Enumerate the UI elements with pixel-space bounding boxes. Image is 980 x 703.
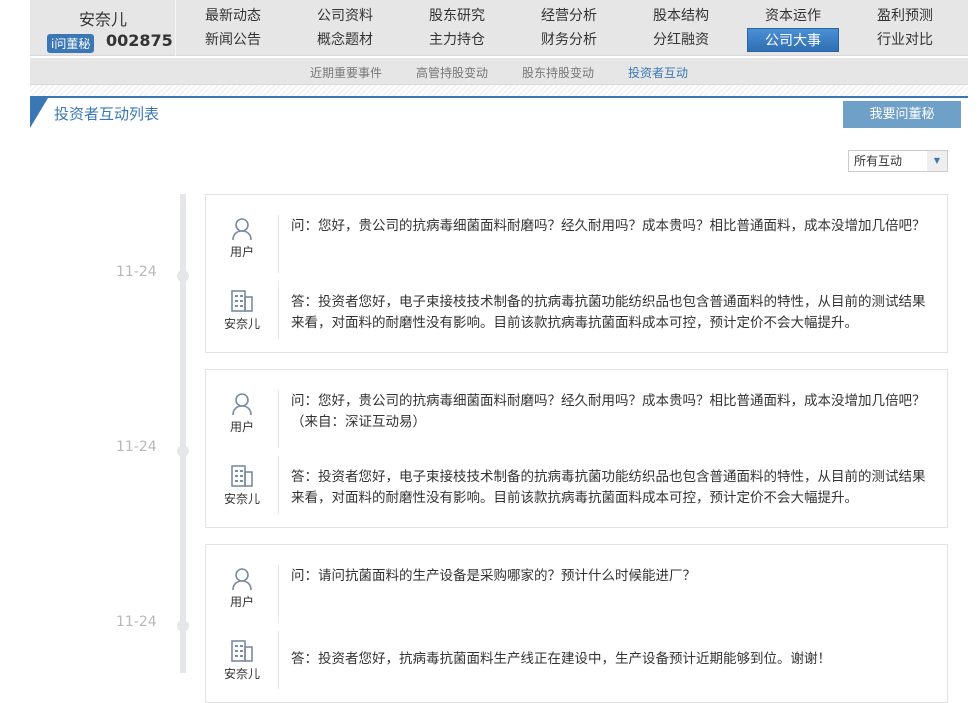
divider: [278, 281, 279, 339]
user-icon: [220, 217, 264, 241]
answer-text: 答：投资者您好，抗病毒抗菌面料生产线正在建设中，生产设备预计近期能够到位。谢谢！: [291, 651, 831, 667]
top-bar: 安奈儿 i问董秘 002875 最新动态 新闻公告 公司资料 概念题材 股东研究 主力持仓…: [30, 0, 968, 56]
interaction-card: 用户 问：您好，贵公司的抗病毒细菌面料耐磨吗？经久耐用吗？成本贵吗？相比普通面料…: [205, 369, 948, 528]
nav-item[interactable]: 经营分析: [523, 4, 615, 28]
timeline-dot: [177, 445, 189, 457]
nav-item[interactable]: 最新动态: [187, 4, 279, 28]
title-tab-marker: [30, 98, 48, 128]
panel-title: 投资者互动列表: [54, 105, 160, 123]
divider: [278, 215, 279, 273]
user-icon: [220, 567, 264, 591]
building-icon: [220, 639, 264, 663]
answerer-label: 安奈儿: [223, 317, 260, 331]
nav-item[interactable]: 财务分析: [523, 28, 615, 52]
asker: 用户: [220, 567, 264, 610]
filter-select[interactable]: 所有互动 ▼: [848, 150, 948, 172]
divider: [278, 390, 279, 448]
user-icon: [220, 392, 264, 416]
asker: 用户: [220, 217, 264, 260]
nav-item[interactable]: 股本结构: [635, 4, 727, 28]
item-date: 11-24: [116, 264, 157, 280]
answer-text: 答：投资者您好，电子束接枝技术制备的抗病毒抗菌功能纺织品也包含普通面料的特性，从…: [291, 294, 926, 331]
timeline-dot: [177, 270, 189, 282]
asker-label: 用户: [229, 595, 254, 609]
answerer-label: 安奈儿: [223, 492, 260, 506]
nav-item[interactable]: 公司大事: [747, 28, 839, 52]
nav-item[interactable]: 盈利预测: [859, 4, 951, 28]
ask-secretary-badge[interactable]: i问董秘: [47, 34, 95, 53]
asker: 用户: [220, 392, 264, 435]
answerer-label: 安奈儿: [223, 667, 260, 681]
stock-code: 002875: [106, 31, 173, 50]
interaction-card: 用户 问：您好，贵公司的抗病毒细菌面料耐磨吗？经久耐用吗？成本贵吗？相比普通面料…: [205, 194, 948, 353]
answerer: 安奈儿: [220, 464, 264, 507]
subnav-item[interactable]: 股东持股变动: [522, 64, 594, 81]
nav-item[interactable]: 公司资料: [299, 4, 391, 28]
answer-text: 答：投资者您好，电子束接枝技术制备的抗病毒抗菌功能纺织品也包含普通面料的特性，从…: [291, 469, 926, 506]
divider: [278, 565, 279, 623]
question-text: 问：请问抗菌面料的生产设备是采购哪家的？预计什么时候能进厂？: [291, 568, 696, 584]
item-date: 11-24: [116, 439, 157, 455]
divider: [30, 85, 968, 96]
question-text: 问：您好，贵公司的抗病毒细菌面料耐磨吗？经久耐用吗？成本贵吗？相比普通面料，成本…: [291, 218, 926, 234]
building-icon: [220, 289, 264, 313]
subnav-item[interactable]: 高管持股变动: [416, 64, 488, 81]
nav-item[interactable]: 行业对比: [859, 28, 951, 52]
sub-nav: 近期重要事件 高管持股变动 股东持股变动 投资者互动: [30, 58, 968, 85]
nav-item[interactable]: 股东研究: [411, 4, 503, 28]
timeline-dot: [177, 620, 189, 632]
filter-value: 所有互动: [854, 154, 903, 168]
timeline-line: [180, 194, 186, 673]
building-icon: [220, 464, 264, 488]
nav-item[interactable]: 资本运作: [747, 4, 839, 28]
company-block: 安奈儿 i问董秘 002875: [30, 0, 176, 56]
nav-item[interactable]: 新闻公告: [187, 28, 279, 52]
nav-item[interactable]: 主力持仓: [411, 28, 503, 52]
question-text: 问：您好，贵公司的抗病毒细菌面料耐磨吗？经久耐用吗？成本贵吗？相比普通面料，成本…: [291, 393, 926, 430]
subnav-item[interactable]: 近期重要事件: [310, 64, 382, 81]
company-name: 安奈儿: [78, 10, 127, 29]
nav-item[interactable]: 分红融资: [635, 28, 727, 52]
answerer: 安奈儿: [220, 289, 264, 332]
asker-label: 用户: [229, 245, 254, 259]
asker-label: 用户: [229, 420, 254, 434]
ask-secretary-button[interactable]: 我要问董秘: [843, 101, 961, 128]
divider: [278, 456, 279, 514]
chevron-down-icon[interactable]: ▼: [927, 151, 947, 171]
nav-item[interactable]: 概念题材: [299, 28, 391, 52]
answerer: 安奈儿: [220, 639, 264, 682]
item-date: 11-24: [116, 614, 157, 630]
divider: [278, 631, 279, 689]
interaction-card: 用户 问：请问抗菌面料的生产设备是采购哪家的？预计什么时候能进厂？ 安奈儿 答：…: [205, 544, 948, 703]
subnav-item[interactable]: 投资者互动: [628, 64, 688, 81]
